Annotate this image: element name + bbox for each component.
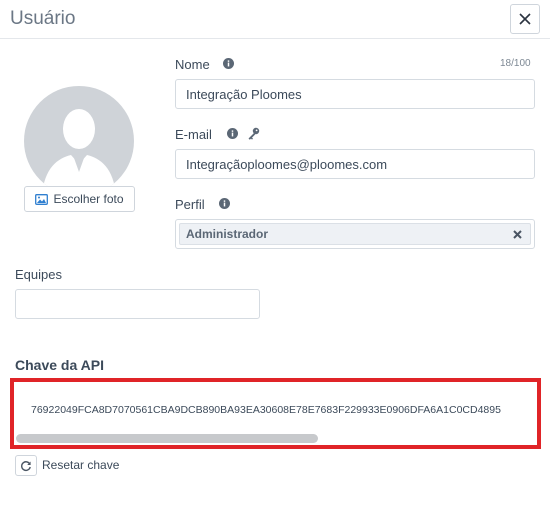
avatar: [24, 86, 134, 196]
horizontal-scrollbar[interactable]: [16, 434, 318, 443]
api-key-value[interactable]: 76922049FCA8D7070561CBA9DCB890BA93EA3060…: [31, 404, 536, 416]
name-label: Nome: [175, 57, 210, 72]
email-input[interactable]: [175, 149, 535, 179]
reset-key-label: Resetar chave: [42, 458, 120, 472]
close-icon: [519, 13, 531, 25]
profile-label: Perfil: [175, 197, 205, 212]
name-input[interactable]: [175, 79, 535, 109]
teams-label: Equipes: [15, 267, 62, 282]
name-char-counter: 18/100: [500, 58, 531, 69]
info-icon[interactable]: [223, 58, 234, 69]
teams-input[interactable]: [15, 289, 260, 319]
profile-tag: Administrador: [179, 223, 531, 245]
image-icon: [35, 193, 49, 205]
key-icon[interactable]: [247, 127, 260, 140]
close-icon: [512, 229, 522, 239]
close-button[interactable]: [510, 4, 540, 34]
info-icon[interactable]: [219, 198, 230, 209]
choose-photo-button[interactable]: Escolher foto: [24, 186, 135, 212]
refresh-icon: [21, 460, 31, 471]
profile-select[interactable]: Administrador: [175, 219, 535, 249]
choose-photo-label: Escolher foto: [53, 192, 124, 206]
email-label: E-mail: [175, 127, 212, 142]
dialog-header: Usuário: [0, 0, 550, 39]
reset-key-button[interactable]: [15, 455, 37, 476]
user-silhouette-icon: [42, 109, 116, 196]
profile-tag-label: Administrador: [186, 227, 269, 241]
remove-profile-button[interactable]: [510, 227, 524, 241]
dialog-title: Usuário: [10, 8, 76, 29]
api-key-title: Chave da API: [15, 357, 104, 373]
info-icon[interactable]: [227, 128, 238, 139]
